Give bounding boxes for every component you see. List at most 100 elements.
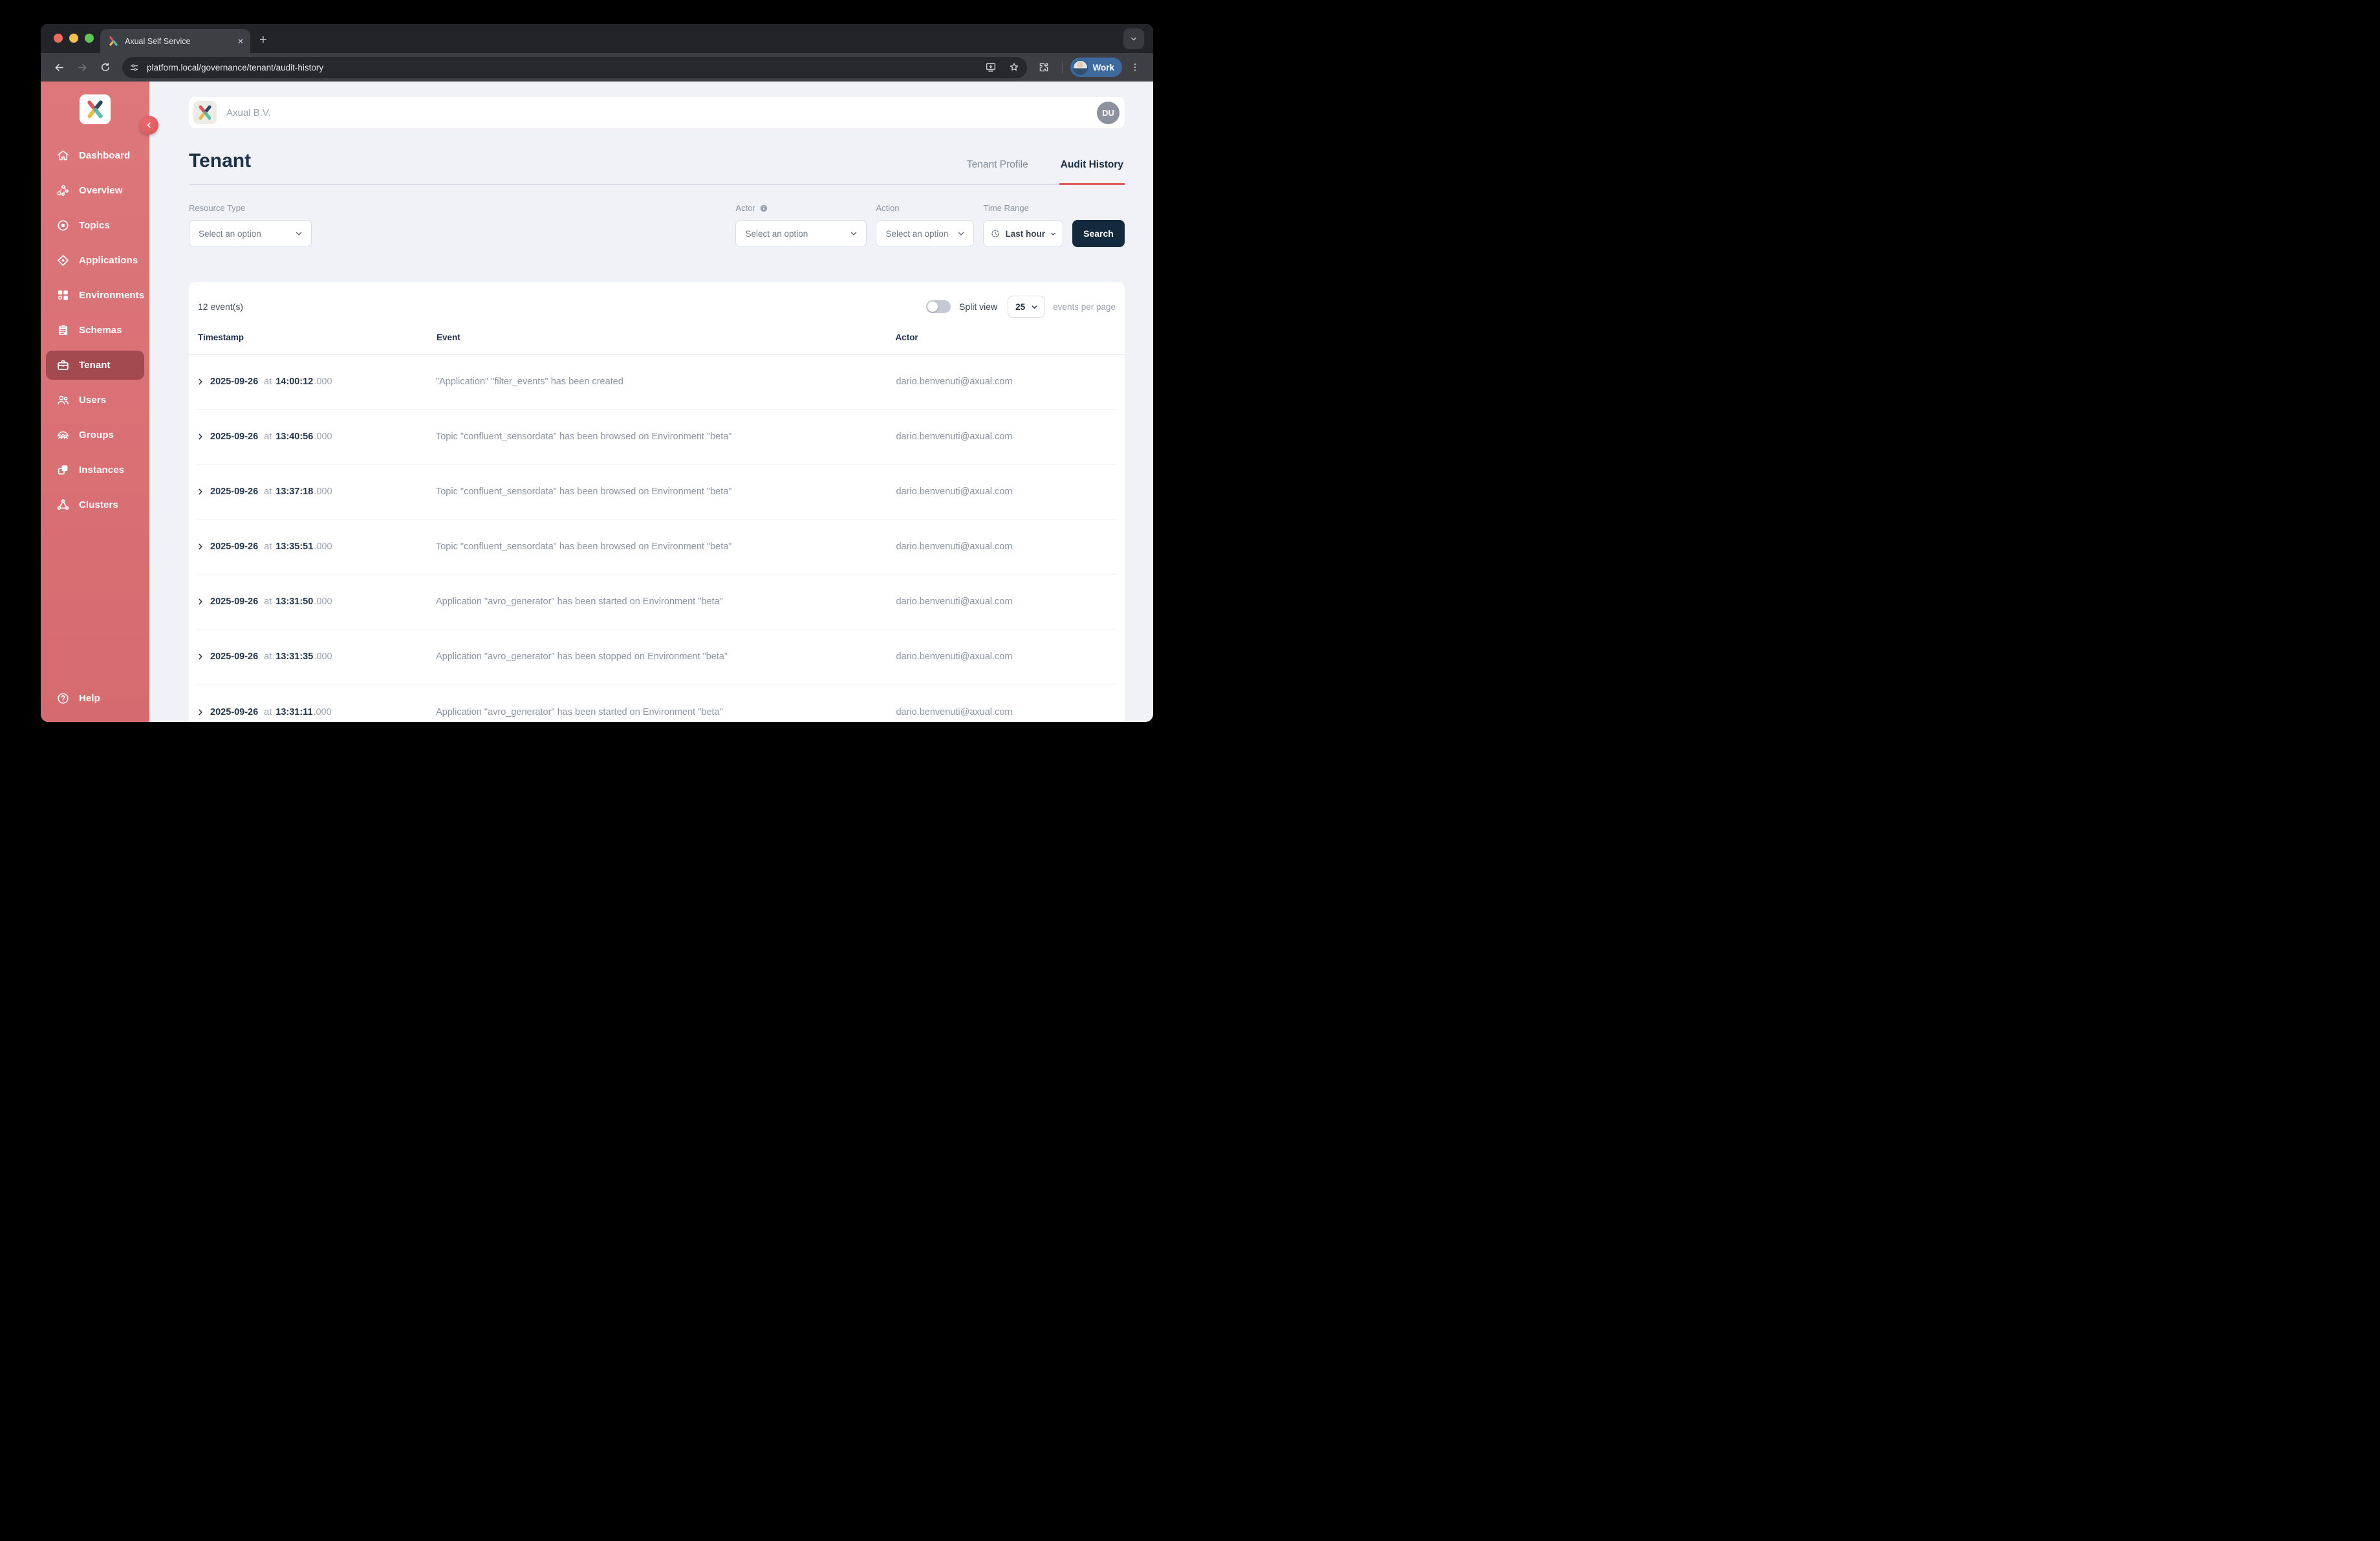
close-window-button[interactable] [54,34,63,43]
browser-tab[interactable]: Axual Self Service ✕ [100,29,250,53]
table-row[interactable]: 2025-09-26 at 13:40:56 .000 Topic "confl… [197,410,1117,464]
page-size-suffix: events per page [1053,302,1116,312]
browser-menu-button[interactable] [1125,57,1145,78]
sidebar-item-topics[interactable]: Topics [46,211,144,240]
bookmark-button[interactable] [1005,58,1023,76]
zoom-window-button[interactable] [85,34,94,43]
chevron-down-icon [294,229,303,238]
table-row[interactable]: 2025-09-26 at 13:37:18 .000 Topic "confl… [197,464,1117,519]
time-range-label: Time Range [983,203,1063,213]
sidebar-item-help[interactable]: Help [46,684,144,713]
toolbar-divider [1062,61,1063,74]
split-view-toggle[interactable] [926,300,951,313]
tab-search-button[interactable] [1123,28,1144,49]
at-word: at [264,596,272,607]
axual-logo[interactable] [80,94,111,124]
sidebar-item-applications[interactable]: Applications [46,246,144,275]
sidebar-item-users[interactable]: Users [46,386,144,415]
tab-audit-history[interactable]: Audit History [1059,159,1125,184]
chevron-down-icon [1129,34,1138,43]
org-name: Axual B.V. [226,107,1097,118]
event-description: "Application" "filter_events" has been c… [436,377,896,387]
browser-tabstrip: Axual Self Service ✕ + [41,24,1153,53]
forward-arrow-icon [76,61,89,74]
at-word: at [264,541,272,552]
install-app-button[interactable] [982,58,1000,76]
event-time: 13:31:11 [276,707,312,717]
sidebar-item-tenant[interactable]: Tenant [46,351,144,380]
forward-button[interactable] [72,57,92,78]
table-row[interactable]: 2025-09-26 at 13:31:35 .000 Application … [197,629,1117,684]
target-icon [56,219,70,232]
table-body: 2025-09-26 at 14:00:12 .000 "Application… [197,355,1117,722]
chevron-right-icon[interactable] [197,598,204,606]
tab-close-icon[interactable]: ✕ [237,38,244,45]
url-bar[interactable]: platform.local/governance/tenant/audit-h… [122,57,1027,78]
user-avatar[interactable]: DU [1097,102,1120,124]
tune-icon [129,63,139,72]
chevron-down-icon [1050,230,1057,237]
table-row[interactable]: 2025-09-26 at 13:35:51 .000 Topic "confl… [197,519,1117,574]
sidebar-item-overview[interactable]: Overview [46,176,144,205]
search-button[interactable]: Search [1072,220,1125,247]
star-icon [1008,61,1020,73]
table-row[interactable]: 2025-09-26 at 13:31:50 .000 Application … [197,574,1117,629]
chevron-right-icon[interactable] [197,433,204,441]
chevron-right-icon[interactable] [197,653,204,661]
sidebar-item-groups[interactable]: Groups [46,421,144,450]
extensions-button[interactable] [1033,57,1054,78]
grid-icon [56,289,70,302]
event-date: 2025-09-26 [210,377,258,387]
browser-profile-chip[interactable]: Work [1070,58,1122,77]
new-tab-button[interactable]: + [259,33,267,53]
column-header-event: Event [437,333,896,342]
resource-type-select[interactable]: Select an option [189,220,312,247]
event-description: Application "avro_generator" has been st… [436,596,896,607]
event-ms: .000 [314,596,332,607]
at-word: at [264,486,272,497]
reload-button[interactable] [95,57,116,78]
back-button[interactable] [49,57,69,78]
event-ms: .000 [314,651,332,662]
event-actor: dario.benvenuti@axual.com [896,377,1117,387]
sidebar-collapse-button[interactable] [140,116,158,135]
event-actor: dario.benvenuti@axual.com [896,707,1117,717]
chevron-right-icon[interactable] [197,543,204,551]
sidebar-item-dashboard[interactable]: Dashboard [46,141,144,170]
chevron-left-icon [145,121,153,129]
hierarchy-icon [56,184,70,197]
action-label: Action [876,203,974,213]
diamond-icon [56,254,70,267]
event-ms: .000 [314,486,332,497]
browser-toolbar: platform.local/governance/tenant/audit-h… [41,53,1153,82]
actor-select[interactable]: Select an option [735,220,867,247]
timestamp-cell: 2025-09-26 at 13:31:35 .000 [197,651,436,662]
chevron-right-icon[interactable] [197,378,204,386]
sidebar-item-schemas[interactable]: Schemas [46,316,144,345]
site-settings-button[interactable] [126,60,142,75]
group-icon [56,428,70,442]
sidebar-item-clusters[interactable]: Clusters [46,490,144,519]
table-row[interactable]: 2025-09-26 at 14:00:12 .000 "Application… [197,355,1117,410]
sidebar-item-environments[interactable]: Environments [46,281,144,310]
column-header-timestamp: Timestamp [198,333,437,342]
back-arrow-icon [53,61,65,74]
event-ms: .000 [314,377,332,387]
chevron-right-icon[interactable] [197,488,204,496]
time-range-select[interactable]: Last hour [983,220,1063,247]
url-text[interactable]: platform.local/governance/tenant/audit-h… [147,63,977,72]
sidebar-footer: Help [41,684,149,713]
tab-tenant-profile[interactable]: Tenant Profile [966,159,1030,184]
minimize-window-button[interactable] [69,34,78,43]
event-time: 13:31:35 [276,651,313,662]
chevron-right-icon[interactable] [197,708,204,716]
page-size-select[interactable]: 25 [1008,296,1045,318]
axual-x-icon [197,104,213,121]
event-description: Application "avro_generator" has been st… [436,707,896,717]
layers-icon [56,463,70,477]
action-select[interactable]: Select an option [876,220,974,247]
table-row[interactable]: 2025-09-26 at 13:31:11 .000 Application … [197,684,1117,722]
sidebar-item-instances[interactable]: Instances [46,455,144,485]
screenshot-stage: Axual Self Service ✕ + [0,0,1190,770]
traffic-lights [54,34,94,43]
